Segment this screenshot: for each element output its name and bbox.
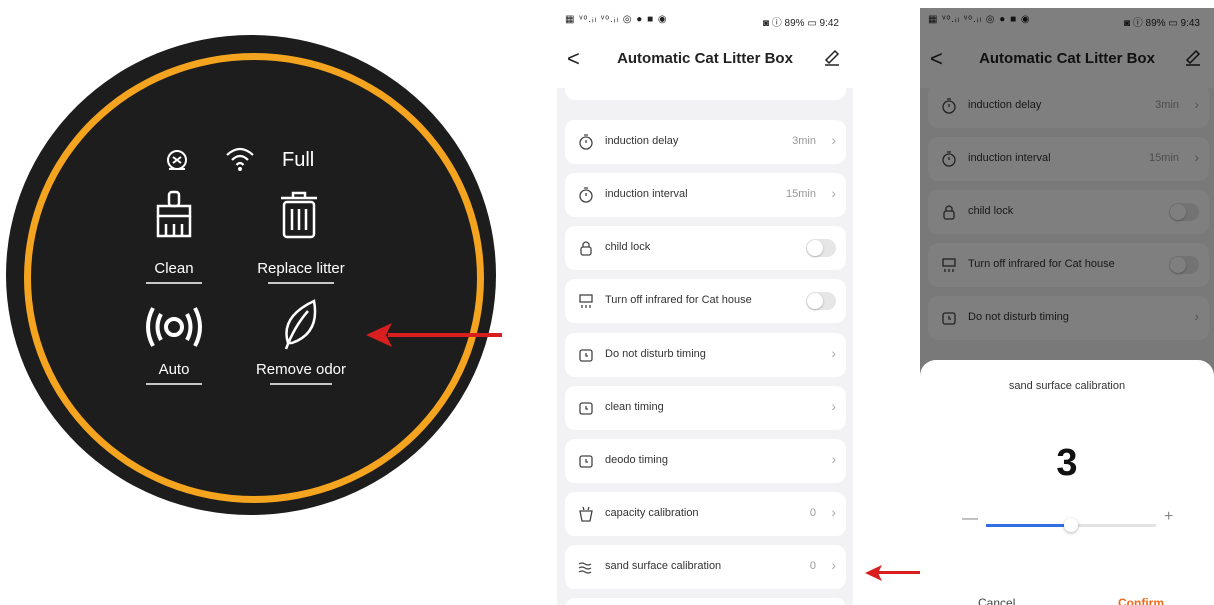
do-not-disturb-row[interactable]: Do not disturb timing ›: [565, 333, 846, 377]
remove-odor-underline: [270, 383, 332, 385]
lock-icon: [580, 241, 592, 256]
clean-underline: [146, 282, 202, 284]
broom-icon: [156, 190, 192, 238]
setting-label: clean timing: [605, 401, 664, 413]
edit-icon[interactable]: [823, 48, 841, 66]
alarm-icon: [579, 402, 593, 415]
infrared-toggle[interactable]: [806, 292, 836, 310]
status-right: ◙ ⓘ 89% ▭ 9:42: [762, 18, 839, 29]
setting-value: 15min: [786, 188, 816, 200]
confirm-button[interactable]: Confirm: [1118, 596, 1164, 605]
setting-value: 3min: [792, 135, 816, 147]
auto-label: Auto: [158, 361, 190, 378]
chevron-right-icon: ›: [831, 504, 836, 520]
child-lock-row: child lock: [565, 226, 846, 270]
slider-handle[interactable]: [1064, 518, 1078, 532]
capacity-calibration-row[interactable]: capacity calibration 0 ›: [565, 492, 846, 536]
broadcast-icon: [146, 307, 202, 347]
chevron-right-icon: ›: [831, 132, 836, 148]
status-left: ▦ ᵛᵒ.ᵢₗ ᵛᵒ.ᵢₗ ◎ ● ■ ◉: [565, 14, 668, 25]
clean-timing-row[interactable]: clean timing ›: [565, 386, 846, 430]
chevron-right-icon: ›: [831, 345, 836, 361]
page-title: Automatic Cat Litter Box: [617, 50, 793, 67]
alarm-icon: [579, 455, 593, 468]
timer-icon: [579, 187, 593, 203]
decrease-button[interactable]: —: [962, 510, 978, 528]
setting-label: Do not disturb timing: [605, 348, 706, 360]
auto-button[interactable]: Auto: [144, 305, 224, 405]
replace-litter-underline: [268, 282, 334, 284]
child-lock-toggle[interactable]: [806, 239, 836, 257]
induction-interval-row[interactable]: induction interval 15min ›: [565, 173, 846, 217]
timer-icon: [579, 134, 593, 150]
calibration-dialog-screen: ▦ ᵛᵒ.ᵢₗ ᵛᵒ.ᵢₗ ◎ ● ■ ◉ ◙ ⓘ 89% ▭ 9:43 < A…: [920, 8, 1214, 605]
setting-label: capacity calibration: [605, 507, 699, 519]
calibration-slider[interactable]: [986, 518, 1156, 532]
wifi-icon: [226, 147, 254, 171]
chevron-right-icon: ›: [831, 557, 836, 573]
setting-label: child lock: [605, 241, 651, 253]
auto-underline: [146, 383, 202, 385]
induction-delay-row[interactable]: induction delay 3min ›: [565, 120, 846, 164]
setting-value: 0: [809, 560, 816, 572]
trash-icon: [281, 191, 317, 239]
replace-litter-button[interactable]: Replace litter: [246, 190, 356, 290]
sand-surface-calibration-row[interactable]: sand surface calibration 0 ›: [565, 545, 846, 589]
infrared-icon: [579, 294, 593, 308]
status-bar: ▦ ᵛᵒ.ᵢₗ ᵛᵒ.ᵢₗ ◎ ● ■ ◉ ◙ ⓘ 89% ▭ 9:42: [557, 8, 853, 32]
bin-icon: [579, 506, 593, 522]
chevron-right-icon: ›: [831, 185, 836, 201]
remove-odor-button[interactable]: Remove odor: [246, 297, 356, 397]
calibration-value: 3: [1056, 442, 1078, 484]
setting-label: induction delay: [605, 135, 679, 147]
settings-card-partial: [565, 78, 846, 100]
app-settings-screen: ▦ ᵛᵒ.ᵢₗ ᵛᵒ.ᵢₗ ◎ ● ■ ◉ ◙ ⓘ 89% ▭ 9:42 < A…: [557, 8, 853, 605]
cat-head-icon: [167, 150, 187, 170]
slider-fill: [986, 524, 1071, 527]
settings-card-partial-bottom: [565, 598, 846, 605]
cancel-button[interactable]: Cancel: [978, 596, 1015, 605]
infrared-row: Turn off infrared for Cat house: [565, 279, 846, 323]
dialog-title: sand surface calibration: [1008, 380, 1126, 392]
waves-icon: [578, 562, 592, 574]
alarm-icon: [579, 349, 593, 362]
calibration-dialog: sand surface calibration 3 — + Cancel Co…: [920, 360, 1214, 605]
setting-label: deodo timing: [605, 454, 668, 466]
device-control-panel: Full Clean Replace litter Auto Remove od…: [6, 35, 496, 515]
setting-label: Turn off infrared for Cat house: [605, 294, 752, 306]
setting-label: sand surface calibration: [605, 560, 722, 572]
setting-label: induction interval: [605, 188, 688, 200]
pointer-arrow-small: [864, 563, 928, 583]
leaf-icon: [284, 299, 317, 350]
pointer-arrow-large: [364, 320, 504, 350]
chevron-right-icon: ›: [831, 451, 836, 467]
replace-litter-label: Replace litter: [257, 260, 345, 277]
clean-label: Clean: [154, 260, 194, 277]
increase-button[interactable]: +: [1164, 508, 1173, 526]
remove-odor-label: Remove odor: [255, 361, 347, 378]
chevron-right-icon: ›: [831, 398, 836, 414]
setting-value: 0: [809, 507, 816, 519]
bin-full-status: Full: [282, 149, 315, 171]
clean-button[interactable]: Clean: [144, 190, 224, 290]
deodo-timing-row[interactable]: deodo timing ›: [565, 439, 846, 483]
